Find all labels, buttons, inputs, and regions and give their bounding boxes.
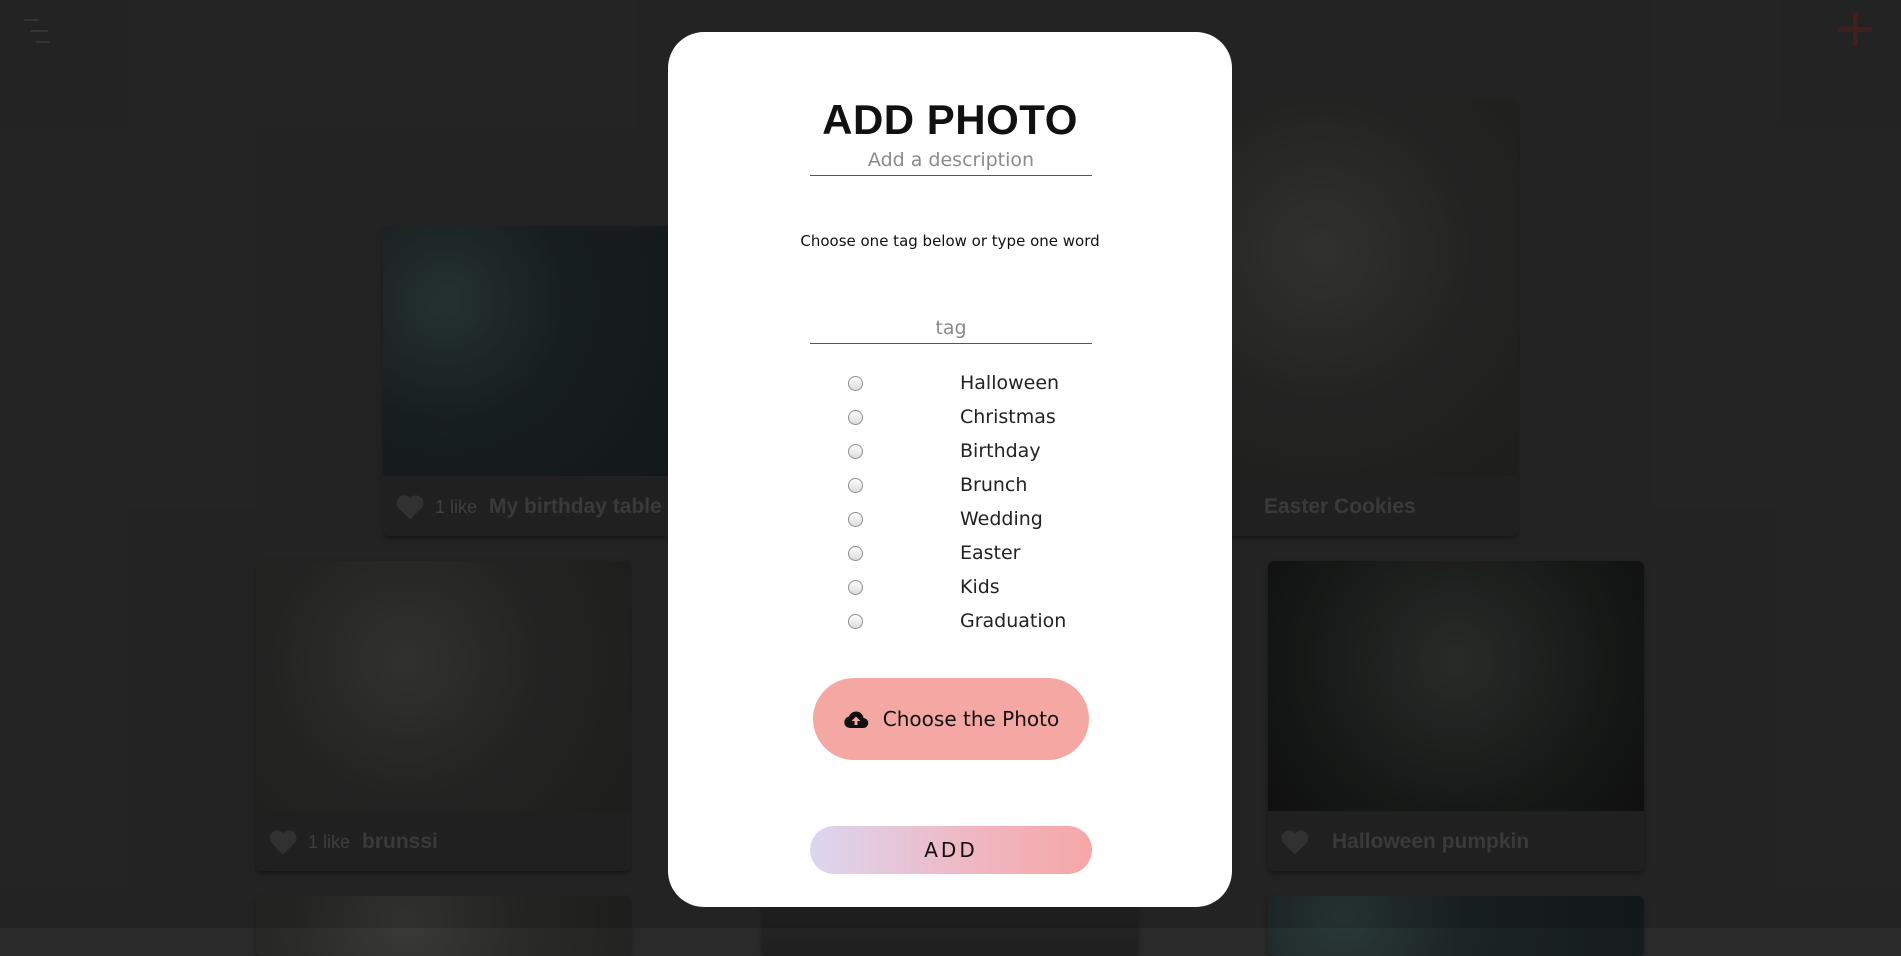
- tag-option-christmas[interactable]: Christmas: [668, 406, 1232, 440]
- tag-label: Brunch: [960, 474, 1028, 496]
- tag-option-halloween[interactable]: Halloween: [668, 372, 1232, 406]
- radio-button[interactable]: [848, 444, 863, 459]
- tag-option-kids[interactable]: Kids: [668, 576, 1232, 610]
- tag-label: Kids: [960, 576, 1000, 598]
- add-photo-modal: ADD PHOTO Choose one tag below or type o…: [668, 32, 1232, 907]
- tag-option-birthday[interactable]: Birthday: [668, 440, 1232, 474]
- add-submit-button[interactable]: ADD: [810, 826, 1092, 874]
- radio-button[interactable]: [848, 546, 863, 561]
- radio-button[interactable]: [848, 512, 863, 527]
- modal-title: ADD PHOTO: [822, 96, 1078, 143]
- tag-input[interactable]: [810, 313, 1092, 344]
- radio-button[interactable]: [848, 410, 863, 425]
- tag-label: Wedding: [960, 508, 1043, 530]
- tag-label: Graduation: [960, 610, 1067, 632]
- tag-option-graduation[interactable]: Graduation: [668, 610, 1232, 644]
- tag-option-brunch[interactable]: Brunch: [668, 474, 1232, 508]
- tag-label: Birthday: [960, 440, 1041, 462]
- radio-button[interactable]: [848, 376, 863, 391]
- radio-button[interactable]: [848, 580, 863, 595]
- choose-photo-label: Choose the Photo: [882, 707, 1060, 731]
- tag-hint: Choose one tag below or type one word: [800, 232, 1100, 250]
- radio-button[interactable]: [848, 478, 863, 493]
- tag-label: Easter: [960, 542, 1021, 564]
- tag-option-easter[interactable]: Easter: [668, 542, 1232, 576]
- choose-photo-button[interactable]: Choose the Photo: [813, 678, 1089, 760]
- tag-label: Halloween: [960, 372, 1060, 394]
- tag-label: Christmas: [960, 406, 1056, 428]
- radio-button[interactable]: [848, 614, 863, 629]
- tag-option-wedding[interactable]: Wedding: [668, 508, 1232, 542]
- add-submit-label: ADD: [924, 838, 978, 862]
- description-input[interactable]: [810, 145, 1092, 176]
- cloud-upload-icon: [844, 711, 869, 729]
